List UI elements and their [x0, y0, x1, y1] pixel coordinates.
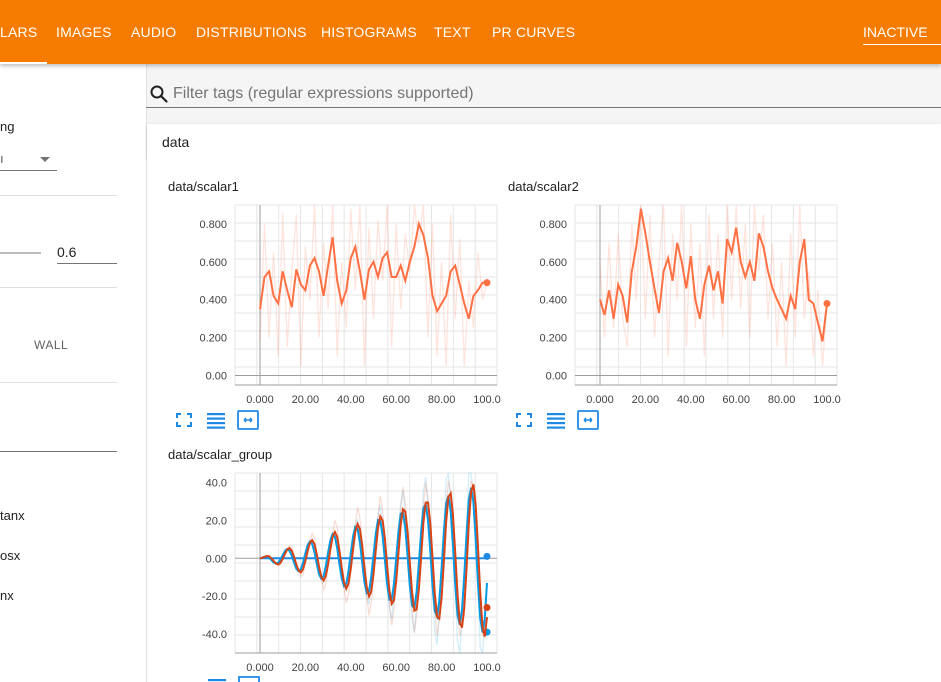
list-icon[interactable] — [546, 410, 566, 430]
sidebar: ng ı 0.6 WALL tanx osx nx — [0, 64, 147, 682]
list-icon[interactable] — [207, 676, 227, 682]
x-tick-label: 100.0 — [813, 394, 841, 406]
y-tick-label: 0.800 — [199, 219, 227, 231]
tab-audio[interactable]: AUDIO — [131, 0, 176, 64]
x-tick-label: 0.000 — [246, 662, 274, 674]
y-tick-label: 20.0 — [206, 515, 227, 527]
series-end-point — [483, 279, 491, 287]
tab-histograms[interactable]: HISTOGRAMS — [321, 0, 417, 64]
chart-title: data/scalar_group — [168, 447, 273, 462]
series-end-point — [823, 300, 831, 308]
run-item[interactable]: tanx — [0, 508, 25, 523]
list-icon[interactable] — [206, 410, 226, 430]
y-tick-label: 0.600 — [199, 257, 227, 269]
series-end-point — [483, 604, 491, 612]
tab-pr-curves[interactable]: PR CURVES — [492, 0, 575, 64]
y-tick-label: 0.400 — [199, 295, 227, 307]
x-tick-label: 60.00 — [382, 662, 410, 674]
fit-domain-icon[interactable] — [238, 676, 260, 682]
x-tick-label: 100.0 — [473, 662, 501, 674]
x-tick-label: 20.00 — [632, 394, 660, 406]
fit-domain-icon[interactable] — [237, 410, 259, 432]
x-tick-label: 100.0 — [473, 394, 501, 406]
y-tick-label: -20.0 — [202, 591, 227, 603]
dropdown-underline — [0, 170, 57, 171]
divider — [0, 195, 117, 196]
y-tick-label: 0.00 — [206, 553, 227, 565]
search-input[interactable] — [171, 82, 935, 106]
scalar1-chart[interactable]: 0.800 0.600 0.400 0.200 0.00 0.000 20.00 40.00 6… — [185, 200, 505, 412]
smoothing-slider[interactable] — [0, 252, 41, 254]
y-tick-label: 0.400 — [539, 295, 567, 307]
y-tick-label: 0.00 — [546, 371, 567, 383]
x-tick-label: 60.00 — [382, 394, 410, 406]
tab-images[interactable]: IMAGES — [56, 0, 112, 64]
x-tick-label: 40.00 — [337, 662, 365, 674]
smoothing-input-underline — [57, 263, 117, 264]
inactive-dashboards-dropdown[interactable]: INACTIVE — [863, 0, 941, 64]
smoothing-input[interactable]: 0.6 — [57, 244, 76, 260]
x-tick-label: 0.000 — [586, 394, 614, 406]
run-item[interactable]: osx — [0, 548, 20, 563]
category-title: data — [162, 134, 190, 150]
y-tick-label: -40.0 — [202, 629, 227, 641]
chart-title: data/scalar2 — [508, 179, 579, 194]
tab-distributions[interactable]: DISTRIBUTIONS — [196, 0, 307, 64]
y-tick-label: 0.200 — [199, 333, 227, 345]
smoothing-label: ng — [0, 119, 15, 134]
tab-scalars[interactable]: LARS — [0, 0, 48, 64]
y-tick-label: 0.800 — [539, 219, 567, 231]
search-icon — [150, 85, 168, 103]
y-tick-label: 0.200 — [539, 333, 567, 345]
y-tick-label: 0.00 — [206, 371, 227, 383]
chevron-down-icon[interactable] — [40, 157, 50, 162]
run-filter-underline[interactable] — [0, 451, 117, 452]
horizontal-axis-wall-button[interactable]: WALL — [34, 338, 68, 352]
x-tick-label: 80.00 — [768, 394, 796, 406]
divider — [0, 382, 117, 383]
x-tick-label: 80.00 — [428, 394, 456, 406]
dropdown-value[interactable]: ı — [0, 151, 4, 166]
scalar-group-chart[interactable]: 40.0 20.0 0.00 -20.0 -40.0 0.000 20.00 40.00 60.… — [185, 468, 505, 680]
fit-domain-icon[interactable] — [577, 410, 599, 432]
x-tick-label: 0.000 — [246, 394, 274, 406]
x-tick-label: 20.00 — [292, 662, 320, 674]
run-item[interactable]: nx — [0, 588, 14, 603]
fullscreen-icon[interactable] — [515, 410, 533, 430]
x-tick-label: 20.00 — [292, 394, 320, 406]
scalar2-chart[interactable]: 0.800 0.600 0.400 0.200 0.00 0.000 20.00 40.00 6… — [525, 200, 845, 412]
y-tick-label: 0.600 — [539, 257, 567, 269]
x-tick-label: 40.00 — [337, 394, 365, 406]
series-end-point — [483, 552, 491, 560]
x-tick-label: 60.00 — [722, 394, 750, 406]
fullscreen-icon[interactable] — [175, 410, 193, 430]
x-tick-label: 80.00 — [428, 662, 456, 674]
category-header[interactable]: data — [147, 124, 941, 159]
top-app-bar: LARS IMAGES AUDIO DISTRIBUTIONS HISTOGRA… — [0, 0, 941, 64]
divider — [0, 287, 117, 288]
tab-text[interactable]: TEXT — [434, 0, 471, 64]
tag-filter — [146, 79, 941, 108]
chart-title: data/scalar1 — [168, 179, 239, 194]
y-tick-label: 40.0 — [206, 477, 227, 489]
x-tick-label: 40.00 — [677, 394, 705, 406]
